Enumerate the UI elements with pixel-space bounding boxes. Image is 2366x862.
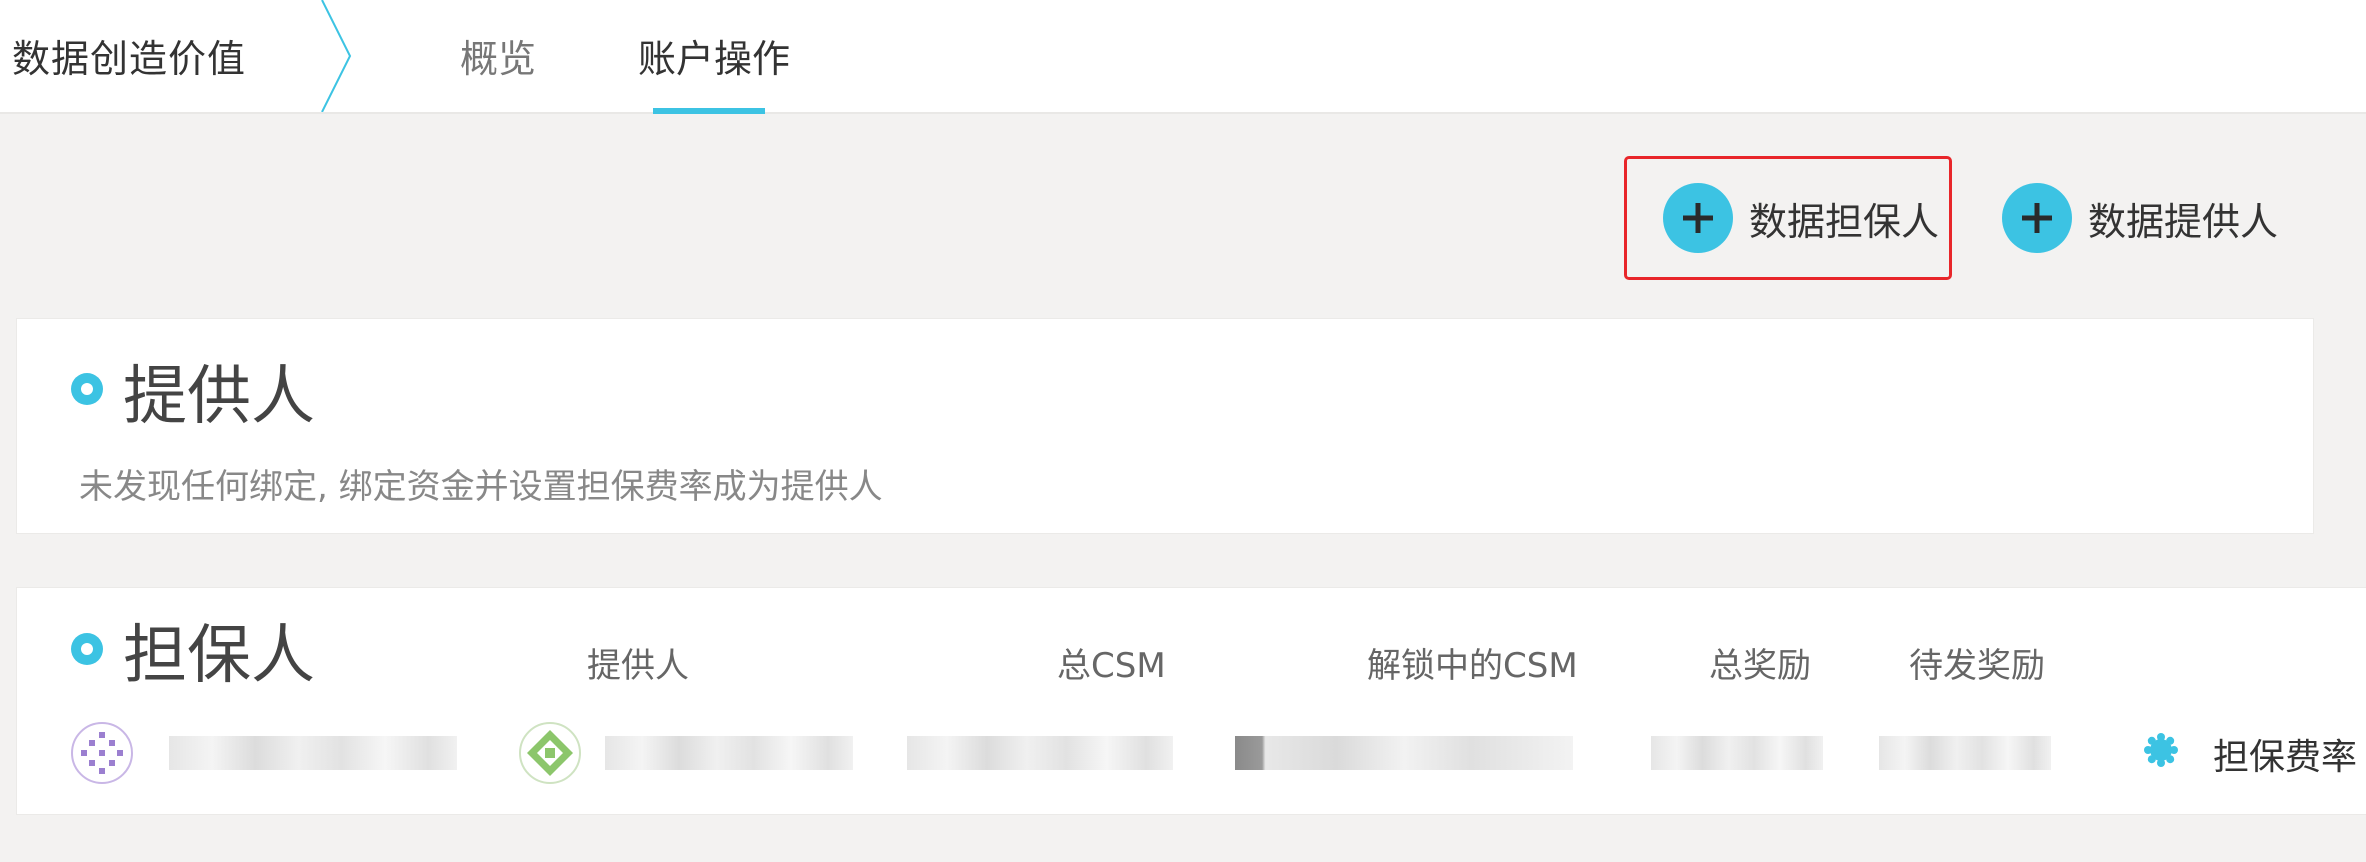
guarantee-rate-label: 担保费率 [2213, 737, 2358, 778]
total-csm-redacted [907, 736, 1173, 770]
plus-icon [1663, 183, 1733, 253]
add-guarantor-button[interactable]: 数据担保人 [1624, 156, 1952, 280]
pending-reward-redacted [1879, 736, 2051, 770]
column-header-unlocking-csm: 解锁中的CSM [1367, 646, 1578, 686]
add-guarantor-label: 数据担保人 [1749, 199, 1940, 244]
identicon-icon [81, 732, 123, 774]
provider-section-title: 提供人 [123, 360, 315, 434]
column-header-pending-reward: 待发奖励 [1909, 646, 2045, 686]
active-tab-indicator [653, 108, 765, 114]
section-bullet-icon [71, 373, 103, 405]
column-header-total-reward: 总奖励 [1709, 646, 1811, 686]
guarantor-section-title: 担保人 [123, 619, 315, 693]
column-header-total-csm: 总CSM [1057, 646, 1166, 686]
guarantor-card: 担保人 提供人 总CSM 解锁中的CSM 总奖励 待发奖励 担保费率 [16, 587, 2366, 815]
tab-overview[interactable]: 概览 [460, 28, 536, 83]
provider-empty-message: 未发现任何绑定, 绑定资金并设置担保费率成为提供人 [79, 467, 883, 507]
add-provider-label: 数据提供人 [2088, 199, 2279, 244]
guarantor-avatar [71, 722, 133, 784]
unlocking-csm-redacted [1235, 736, 1573, 770]
provider-card: 提供人 未发现任何绑定, 绑定资金并设置担保费率成为提供人 [16, 318, 2314, 534]
brand-title: 数据创造价值 [12, 37, 247, 81]
section-bullet-icon [71, 633, 103, 665]
add-provider-button[interactable]: 数据提供人 [2002, 156, 2278, 280]
guarantor-address-redacted [169, 736, 457, 770]
guarantee-rate-badge-icon [2144, 733, 2178, 767]
total-reward-redacted [1651, 736, 1823, 770]
provider-avatar [519, 722, 581, 784]
provider-address-redacted [605, 736, 853, 770]
column-header-provider: 提供人 [587, 646, 689, 686]
identicon-icon [527, 730, 573, 776]
plus-icon [2002, 183, 2072, 253]
breadcrumb-chevron-icon [321, 0, 352, 112]
tab-account-operations[interactable]: 账户操作 [638, 28, 790, 83]
top-navigation-bar: 数据创造价值 概览 账户操作 [0, 0, 2366, 114]
